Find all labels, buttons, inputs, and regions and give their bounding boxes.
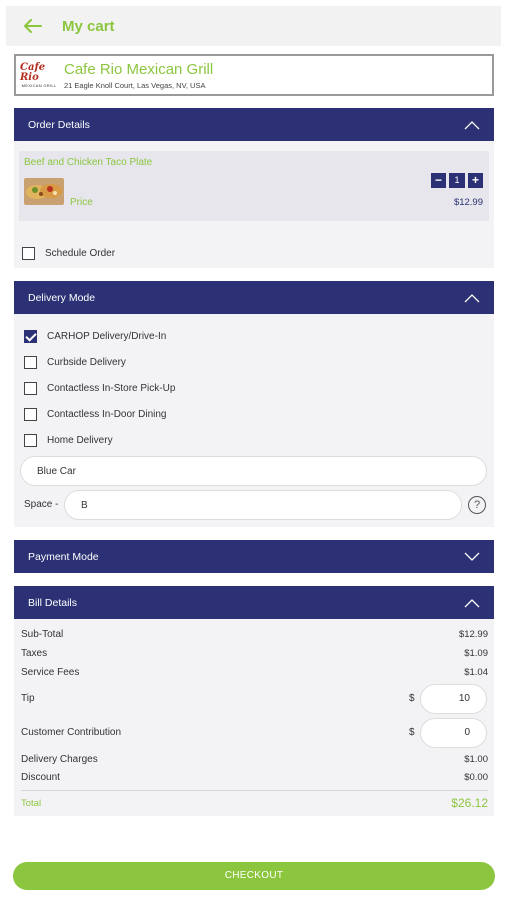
delivery-option-label: Home Delivery bbox=[47, 435, 113, 446]
item-price: $12.99 bbox=[453, 197, 483, 208]
bill-row-discount: Discount $0.00 bbox=[21, 772, 488, 783]
arrow-left-icon[interactable] bbox=[24, 19, 42, 33]
tip-currency: $ bbox=[409, 693, 415, 704]
increase-quantity-button[interactable]: + bbox=[468, 173, 483, 188]
schedule-order-checkbox[interactable] bbox=[22, 247, 35, 260]
delivery-option[interactable]: Curbside Delivery bbox=[24, 356, 126, 369]
delivery-option-label: Curbside Delivery bbox=[47, 357, 126, 368]
item-price-label: Price bbox=[70, 197, 93, 208]
bill-row-delivery-charges: Delivery Charges $1.00 bbox=[21, 754, 488, 765]
top-bar: My cart bbox=[6, 6, 501, 46]
quantity-value: 1 bbox=[449, 173, 465, 188]
store-address: 21 Eagle Knoll Court, Las Vegas, NV, USA bbox=[64, 80, 206, 90]
bill-row-taxes: Taxes $1.09 bbox=[21, 648, 488, 659]
chevron-down-icon[interactable] bbox=[464, 552, 480, 562]
vehicle-description-input[interactable]: Blue Car bbox=[20, 456, 487, 486]
store-logo: Cafe Rio MEXICAN GRILL bbox=[20, 61, 57, 88]
space-input[interactable]: B bbox=[64, 490, 462, 520]
schedule-order-option[interactable]: Schedule Order bbox=[22, 247, 115, 260]
delivery-option-checkbox[interactable] bbox=[24, 356, 37, 369]
delivery-option-checkbox[interactable] bbox=[24, 408, 37, 421]
tip-label: Tip bbox=[21, 693, 35, 704]
item-image bbox=[24, 178, 64, 205]
section-title: Bill Details bbox=[28, 596, 78, 609]
delivery-option-label: Contactless In-Door Dining bbox=[47, 409, 167, 420]
store-card: Cafe Rio MEXICAN GRILL Cafe Rio Mexican … bbox=[14, 54, 494, 96]
customer-contribution-input[interactable]: 0 bbox=[420, 718, 487, 748]
delivery-option[interactable]: Home Delivery bbox=[24, 434, 113, 447]
section-title: Order Details bbox=[28, 118, 90, 131]
bill-details-header[interactable]: Bill Details bbox=[14, 586, 494, 619]
delivery-option-checkbox[interactable] bbox=[24, 330, 37, 343]
store-name: Cafe Rio Mexican Grill bbox=[64, 60, 214, 78]
customer-contribution-label: Customer Contribution bbox=[21, 727, 122, 738]
help-icon[interactable]: ? bbox=[468, 496, 486, 514]
page-title: My cart bbox=[62, 17, 115, 35]
payment-mode-header[interactable]: Payment Mode bbox=[14, 540, 494, 573]
divider bbox=[21, 790, 488, 791]
delivery-option[interactable]: Contactless In-Store Pick-Up bbox=[24, 382, 175, 395]
quantity-stepper: − 1 + bbox=[431, 173, 483, 188]
delivery-mode-header[interactable]: Delivery Mode bbox=[14, 281, 494, 314]
tip-input[interactable]: 10 bbox=[420, 684, 487, 714]
checkout-button[interactable]: CHECKOUT bbox=[13, 862, 495, 890]
section-title: Payment Mode bbox=[28, 550, 99, 563]
delivery-option[interactable]: Contactless In-Door Dining bbox=[24, 408, 167, 421]
decrease-quantity-button[interactable]: − bbox=[431, 173, 446, 188]
order-details-header[interactable]: Order Details bbox=[14, 108, 494, 141]
cart-item: Beef and Chicken Taco Plate Price − 1 + … bbox=[19, 151, 489, 221]
schedule-order-label: Schedule Order bbox=[45, 248, 116, 259]
chevron-up-icon[interactable] bbox=[464, 120, 480, 130]
section-title: Delivery Mode bbox=[28, 291, 96, 304]
chevron-up-icon[interactable] bbox=[464, 598, 480, 608]
chevron-up-icon[interactable] bbox=[464, 293, 480, 303]
item-name: Beef and Chicken Taco Plate bbox=[24, 157, 153, 168]
bill-row-subtotal: Sub-Total $12.99 bbox=[21, 629, 488, 640]
delivery-option-checkbox[interactable] bbox=[24, 434, 37, 447]
delivery-option-label: Contactless In-Store Pick-Up bbox=[47, 383, 176, 394]
bill-row-total: Total $26.12 bbox=[21, 796, 488, 810]
contribution-currency: $ bbox=[409, 727, 415, 738]
delivery-option[interactable]: CARHOP Delivery/Drive-In bbox=[24, 330, 166, 343]
delivery-option-label: CARHOP Delivery/Drive-In bbox=[47, 331, 167, 342]
delivery-option-checkbox[interactable] bbox=[24, 382, 37, 395]
space-label: Space - bbox=[24, 499, 59, 510]
bill-row-service-fees: Service Fees $1.04 bbox=[21, 667, 488, 678]
